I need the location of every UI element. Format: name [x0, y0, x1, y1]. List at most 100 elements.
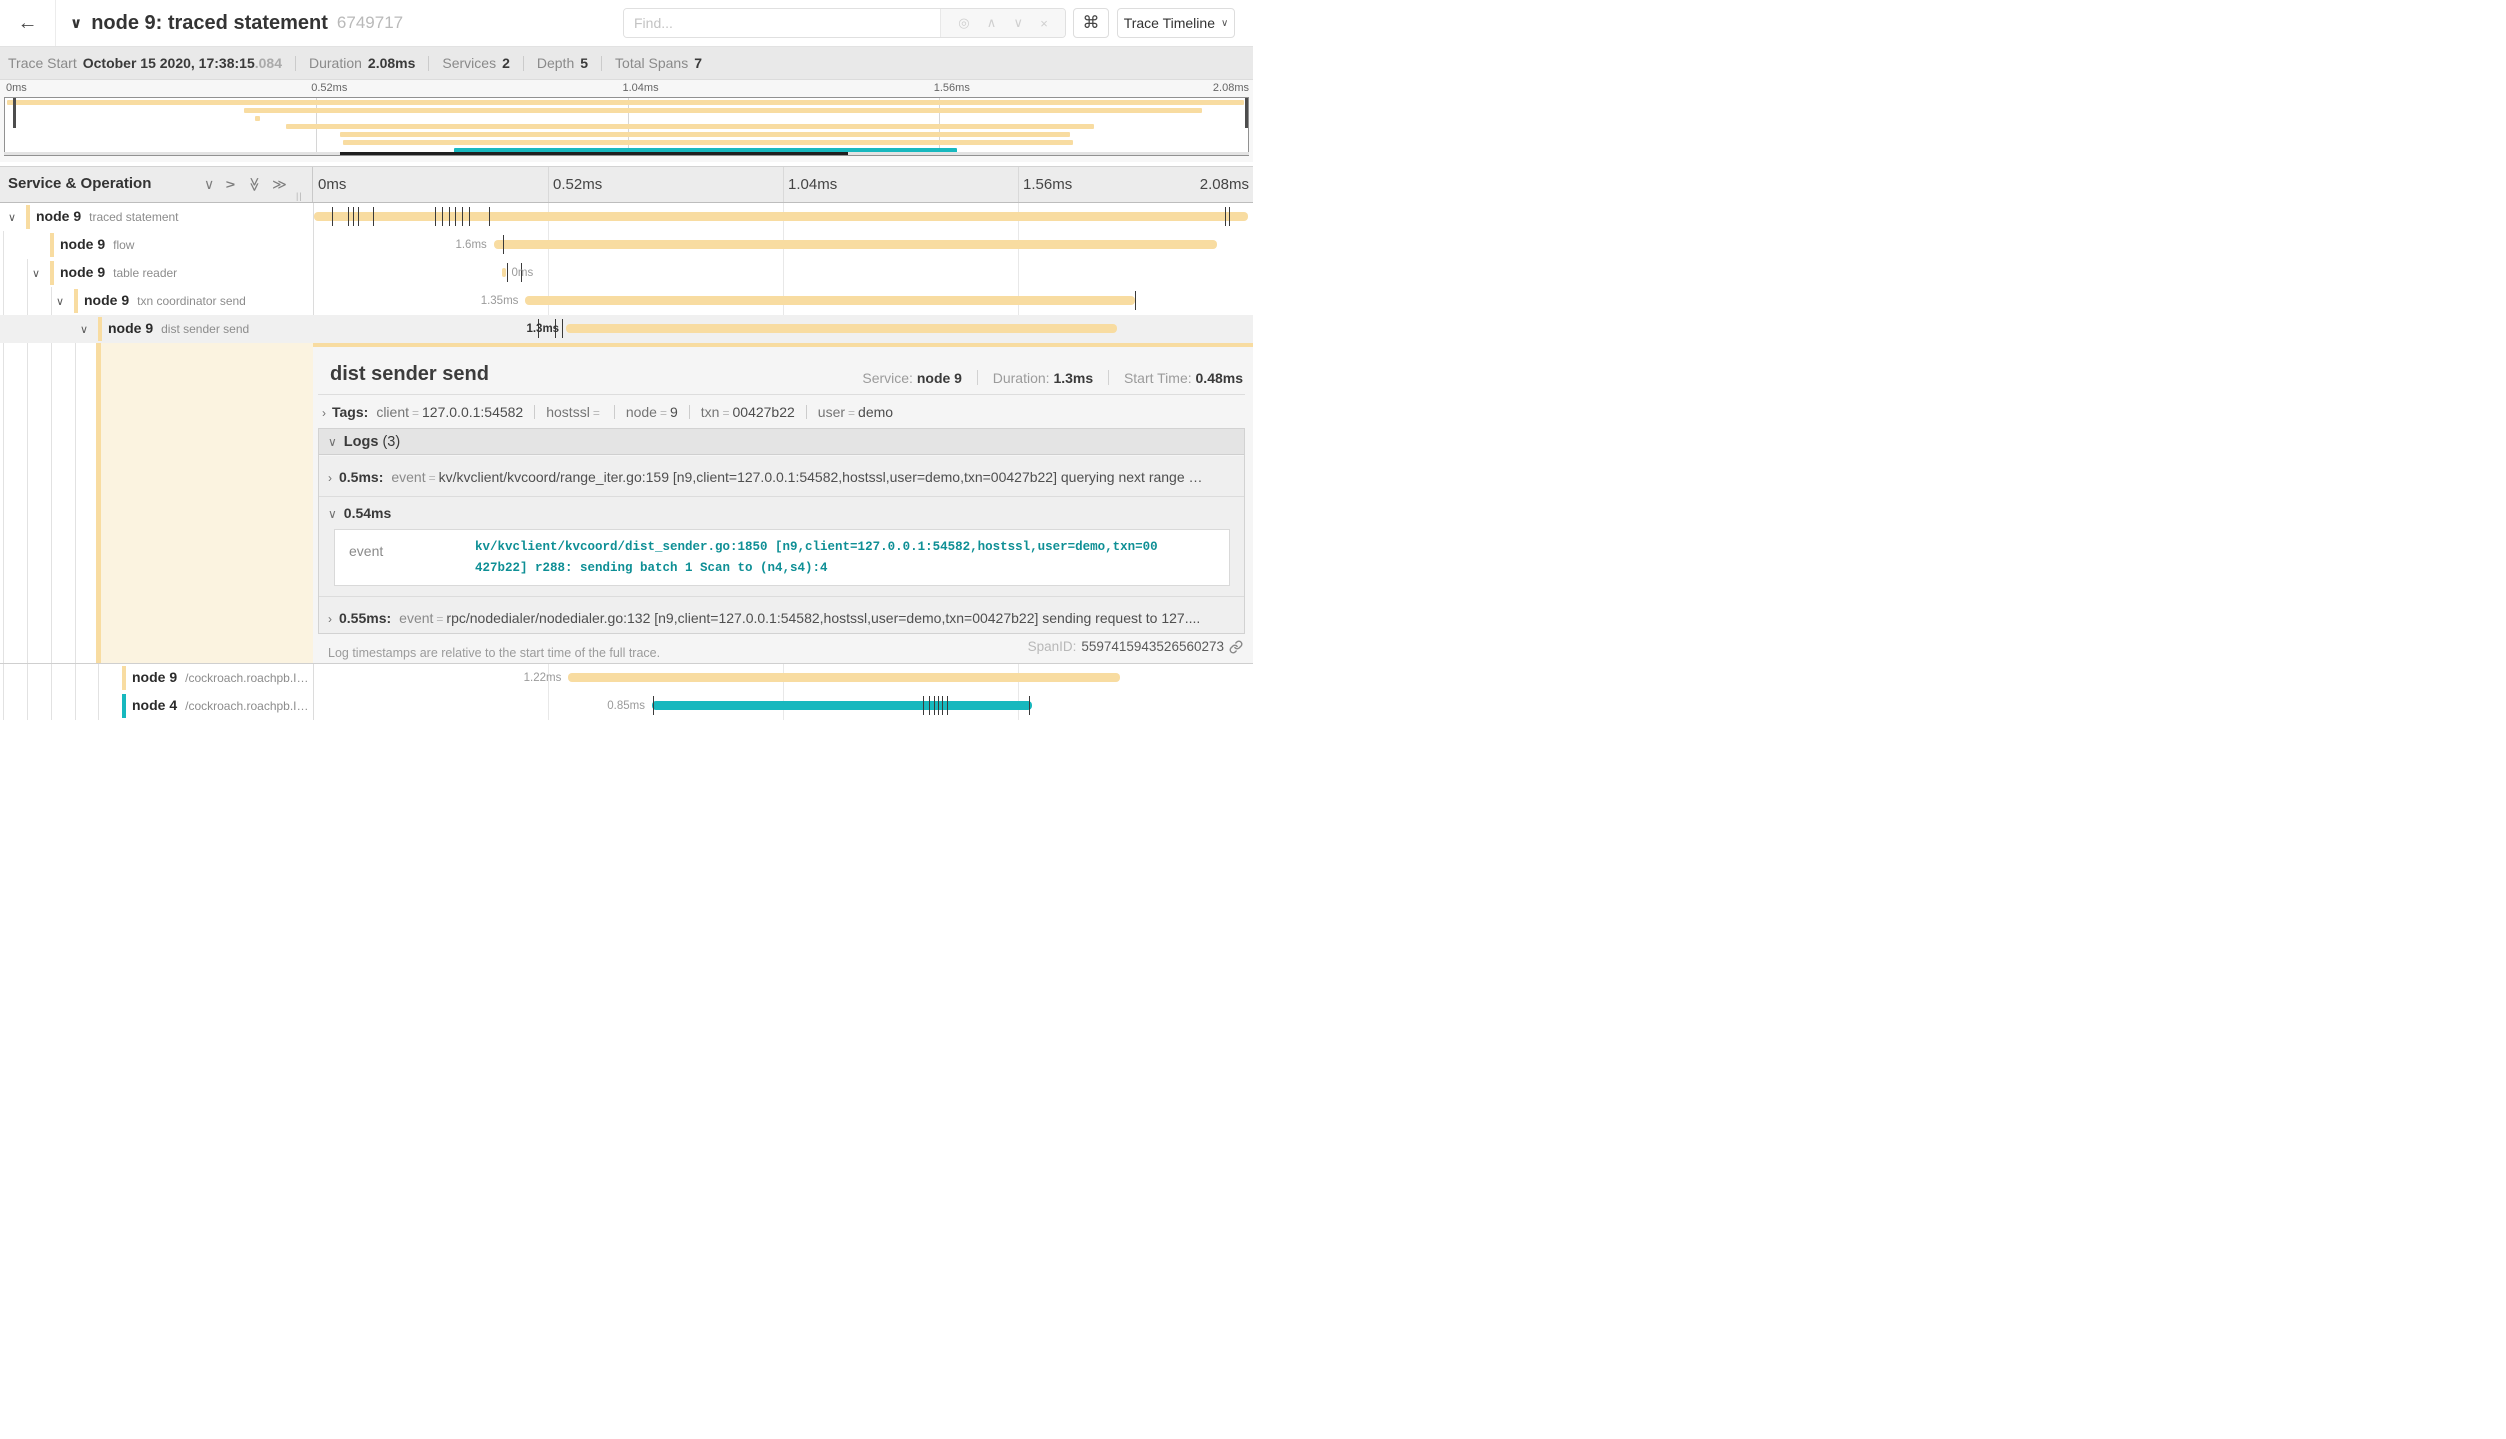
divider — [1108, 370, 1109, 385]
view-selector-button[interactable]: Trace Timeline ∨ — [1117, 8, 1235, 38]
log-entry-2: ∨0.54ms event kv/kvclient/kvcoord/dist_s… — [319, 496, 1244, 597]
span-row[interactable]: ∨ node 9table reader 0ms — [0, 259, 1253, 287]
span-rows-top: ∨node 9traced statementnode 9flow1.6ms∨n… — [0, 203, 1253, 343]
chevron-down-icon[interactable]: ∨ — [70, 14, 82, 32]
span-row[interactable]: ∨node 9dist sender send1.3ms — [0, 315, 1253, 343]
span-duration-label: 1.6ms — [455, 239, 486, 251]
logs-section: ∨ Logs (3) ›0.5ms:event=kv/kvclient/kvco… — [318, 428, 1245, 634]
span-color-bar — [96, 343, 101, 663]
minimap-scrollbar-thumb[interactable] — [340, 152, 848, 155]
span-event-tick — [1225, 207, 1226, 226]
span-service-name: node 4/cockroach.roachpb.I… — [132, 697, 309, 713]
log-timestamp: 0.5ms: — [339, 469, 383, 485]
locate-icon[interactable]: ◎ — [958, 15, 969, 31]
span-duration-bar[interactable] — [494, 240, 1217, 249]
log-event-table: event kv/kvclient/kvcoord/dist_sender.go… — [334, 529, 1230, 586]
divider — [318, 394, 1245, 395]
keyboard-shortcuts-button[interactable]: ⌘ — [1073, 8, 1109, 38]
service-label: Service: — [862, 370, 913, 386]
chevron-down-icon[interactable]: ∨ — [8, 211, 16, 224]
tag-item: user=demo — [818, 404, 893, 420]
span-row[interactable]: node 9flow1.6ms — [0, 231, 1253, 259]
find-input[interactable] — [624, 9, 940, 37]
log-entry-2-header[interactable]: ∨0.54ms — [319, 505, 1244, 521]
span-duration-bar[interactable] — [568, 673, 1119, 682]
minimap-axis-tick: 1.56ms — [934, 82, 970, 94]
summary-item: Services2 — [442, 55, 509, 71]
prev-match-icon[interactable]: ∧ — [987, 15, 997, 31]
chevron-right-icon: › — [322, 406, 326, 420]
back-arrow-icon: ← — [18, 12, 38, 34]
minimap-zone: 0ms0.52ms1.04ms1.56ms2.08ms — [0, 80, 1253, 162]
timeline-axis-tick: 2.08ms — [1200, 176, 1249, 193]
span-event-tick — [332, 207, 333, 226]
duration-label: Duration: — [993, 370, 1050, 386]
span-duration-bar[interactable] — [566, 324, 1117, 333]
expand-one-icon[interactable]: ∨ — [222, 179, 239, 189]
event-text-line2: 427b22] r288: sending batch 1 Scan to (n… — [475, 558, 1219, 579]
column-resizer-grip[interactable]: || — [296, 191, 303, 201]
span-service-name: node 9table reader — [60, 264, 177, 280]
back-button[interactable]: ← — [0, 0, 56, 46]
collapse-all-icon[interactable]: ≫ — [245, 177, 262, 192]
find-box: ◎ ∧ ∨ × — [623, 8, 1066, 38]
summary-item: Duration2.08ms — [309, 55, 415, 71]
detail-span-meta: Service: node 9 Duration: 1.3ms Start Ti… — [862, 370, 1243, 386]
span-event-tick — [562, 319, 563, 338]
view-selector-label: Trace Timeline — [1124, 15, 1215, 31]
span-row[interactable]: ∨node 9traced statement — [0, 203, 1253, 231]
span-color-bar — [98, 317, 102, 341]
link-icon[interactable] — [1229, 640, 1243, 654]
tag-item: node=9 — [626, 404, 678, 420]
span-duration-bar[interactable] — [652, 701, 1032, 710]
span-event-tick — [435, 207, 436, 226]
equals-sign: = — [436, 612, 443, 626]
detail-indent-column — [0, 343, 313, 663]
tags-row[interactable]: ›Tags:client=127.0.0.1:54582hostssl=node… — [322, 404, 1245, 420]
minimap-span-bar — [340, 132, 1070, 137]
tree-guide-line — [27, 343, 28, 663]
span-color-bar — [26, 205, 30, 229]
log-entry-1[interactable]: ›0.5ms:event=kv/kvclient/kvcoord/range_i… — [319, 456, 1244, 496]
span-duration-bar[interactable] — [502, 268, 506, 277]
span-event-tick — [489, 207, 490, 226]
minimap-scrollbar-track — [4, 152, 1249, 155]
span-operation-name: flow — [113, 238, 134, 252]
logs-header[interactable]: ∨ Logs (3) — [319, 429, 1244, 455]
span-color-bar — [122, 694, 126, 718]
log-entry-3[interactable]: ›0.55ms:event=rpc/nodedialer/nodedialer.… — [319, 597, 1244, 637]
span-duration-bar[interactable] — [525, 296, 1135, 305]
trace-title-group: ∨ node 9: traced statement 6749717 — [70, 0, 403, 46]
span-row[interactable]: ∨node 9txn coordinator send1.35ms — [0, 287, 1253, 315]
clear-search-icon[interactable]: × — [1040, 16, 1048, 31]
service-value: node 9 — [917, 370, 962, 386]
span-operation-name: txn coordinator send — [137, 294, 246, 308]
minimap-right-scrubber[interactable] — [1245, 98, 1248, 128]
expand-all-icon[interactable]: ≫ — [272, 176, 287, 193]
detail-span-title: dist sender send — [330, 363, 489, 386]
timeline-axis-tick: 0.52ms — [553, 176, 602, 193]
span-operation-name: dist sender send — [161, 322, 249, 336]
event-field-value: kv/kvclient/kvcoord/dist_sender.go:1850 … — [475, 530, 1229, 585]
chevron-down-icon[interactable]: ∨ — [32, 267, 40, 280]
minimap-left-scrubber[interactable] — [13, 98, 16, 128]
collapse-one-icon[interactable]: ∨ — [204, 176, 214, 193]
service-operation-header: Service & Operation ∨∨≫≫ || — [0, 167, 313, 202]
span-duration-label: 0ms — [512, 267, 534, 279]
span-detail-panel: dist sender send Service: node 9 Duratio… — [313, 343, 1253, 663]
summary-item: Total Spans7 — [615, 55, 702, 71]
divider — [689, 405, 690, 419]
gridline — [548, 167, 549, 202]
minimap-span-bar — [343, 140, 1073, 145]
chevron-down-icon[interactable]: ∨ — [80, 323, 88, 336]
table-header: Service & Operation ∨∨≫≫ || 0ms0.52ms1.0… — [0, 166, 1253, 203]
span-service-name: node 9dist sender send — [108, 320, 249, 336]
span-color-bar — [122, 666, 126, 690]
chevron-down-icon[interactable]: ∨ — [56, 295, 64, 308]
span-event-tick — [947, 696, 948, 715]
trace-minimap[interactable] — [4, 97, 1249, 156]
span-row[interactable]: node 4/cockroach.roachpb.I…0.85ms — [0, 692, 1253, 720]
logs-count: (3) — [382, 434, 400, 450]
next-match-icon[interactable]: ∨ — [1013, 15, 1023, 31]
span-row[interactable]: node 9/cockroach.roachpb.I…1.22ms — [0, 664, 1253, 692]
